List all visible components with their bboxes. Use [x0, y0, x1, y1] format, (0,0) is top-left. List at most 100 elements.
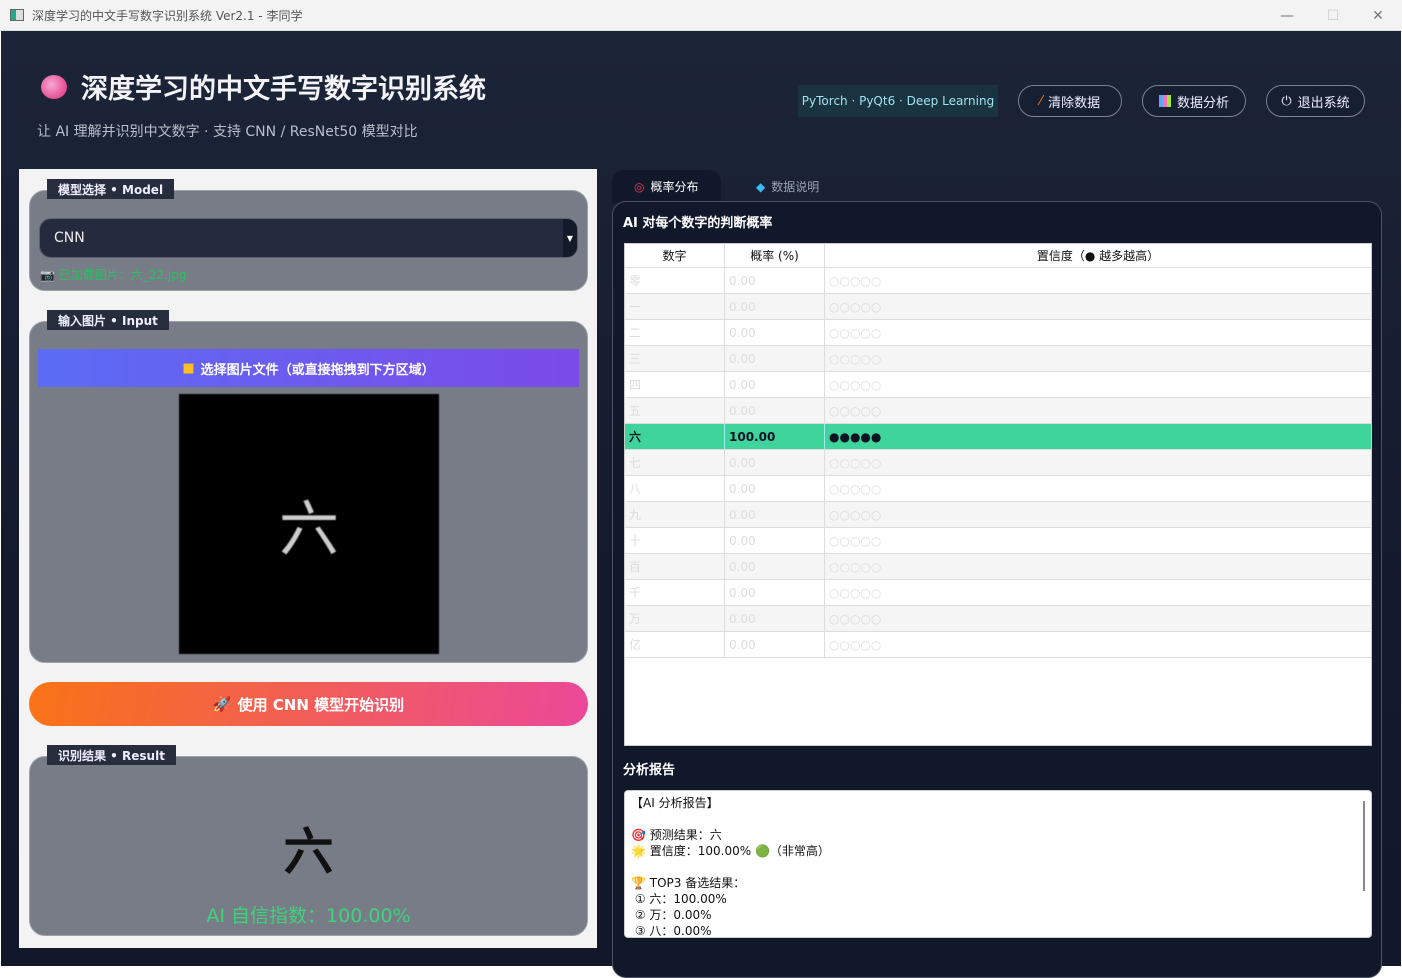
prob-cell: 0.00 — [725, 268, 825, 293]
tab-label: 数据说明 — [771, 180, 820, 194]
report-line: 【AI 分析报告】 — [631, 796, 719, 810]
scrollbar[interactable] — [1363, 801, 1365, 891]
confidence-cell: ○○○○○ — [829, 455, 882, 470]
image-drop-area[interactable]: 六 — [179, 394, 439, 654]
button-label: 退出系统 — [1297, 95, 1350, 111]
table-row[interactable]: 二 0.00 ○○○○○ — [625, 320, 1371, 346]
analysis-report[interactable]: 【AI 分析报告】 🎯 预测结果：六 🌟 置信度：100.00% 🟢（非常高） 🏆 T… — [624, 790, 1372, 938]
table-row[interactable]: 五 0.00 ○○○○○ — [625, 398, 1371, 424]
tech-badge: PyTorch · PyQt6 · Deep Learning — [798, 85, 998, 117]
confidence-cell: ○○○○○ — [829, 585, 882, 600]
confidence-cell: ○○○○○ — [829, 533, 882, 548]
brain-icon — [41, 74, 67, 99]
confidence-text: AI 自信指数：100.00% — [206, 905, 411, 927]
maximize-button[interactable]: ☐ — [1310, 0, 1356, 31]
title-text: 深度学习的中文手写数字识别系统 — [81, 74, 486, 105]
table-row[interactable]: 万 0.00 ○○○○○ — [625, 606, 1371, 632]
tab-probability[interactable]: ◎ 概率分布 — [612, 170, 721, 203]
digit-cell: 五 — [625, 398, 725, 423]
button-label: 使用 CNN 模型开始识别 — [237, 695, 405, 714]
prob-cell: 0.00 — [725, 554, 825, 579]
right-panel: AI 对每个数字的判断概率 数字 概率 (%) 置信度（● 越多越高） 零 0.0… — [612, 201, 1382, 978]
select-image-button[interactable]: ■ 选择图片文件（或直接拖拽到下方区域） — [38, 349, 579, 387]
digit-cell: 二 — [625, 320, 725, 345]
table-header: 数字 概率 (%) 置信度（● 越多越高） — [625, 244, 1371, 268]
report-line: ① 六：100.00% — [631, 892, 727, 906]
prob-cell: 100.00 — [725, 424, 825, 449]
confidence-cell: ○○○○○ — [829, 403, 882, 418]
tab-data-info[interactable]: ◆ 数据说明 — [734, 170, 841, 203]
table-row[interactable]: 九 0.00 ○○○○○ — [625, 502, 1371, 528]
loaded-text: 已加载图片：六_22.jpg — [58, 268, 187, 282]
button-label: 数据分析 — [1176, 95, 1229, 111]
rocket-icon: 🚀 — [212, 695, 232, 713]
table-row[interactable]: 零 0.00 ○○○○○ — [625, 268, 1371, 294]
digit-cell: 八 — [625, 476, 725, 501]
report-line: 🎯 预测结果：六 — [631, 828, 722, 842]
data-analysis-button[interactable]: 数据分析 — [1142, 85, 1246, 117]
report-line: ② 万：0.00% — [631, 908, 712, 922]
power-icon: ⏻ — [1281, 93, 1292, 109]
report-line: ③ 八：0.00% — [631, 924, 712, 938]
table-row[interactable]: 三 0.00 ○○○○○ — [625, 346, 1371, 372]
tab-label: 概率分布 — [650, 180, 699, 194]
table-row[interactable]: 四 0.00 ○○○○○ — [625, 372, 1371, 398]
report-line — [631, 859, 1365, 875]
col-prob[interactable]: 概率 (%) — [725, 244, 825, 267]
digit-cell: 七 — [625, 450, 725, 475]
digit-cell: 千 — [625, 580, 725, 605]
report-line: 🏆 TOP3 备选结果： — [631, 876, 746, 890]
camera-icon: 📷 — [40, 268, 55, 282]
table-row[interactable]: 十 0.00 ○○○○○ — [625, 528, 1371, 554]
close-button[interactable]: ✕ — [1355, 0, 1401, 31]
confidence-cell: ○○○○○ — [829, 481, 882, 496]
model-group: CNN ▼ 📷 已加载图片：六_22.jpg — [29, 190, 588, 291]
folder-icon: ■ — [182, 360, 195, 376]
prob-cell: 0.00 — [725, 528, 825, 553]
digit-cell: 六 — [625, 424, 725, 449]
start-recognition-button[interactable]: 🚀 使用 CNN 模型开始识别 — [29, 682, 588, 726]
clear-data-button[interactable]: ⁄ 清除数据 — [1018, 85, 1122, 117]
table-row[interactable]: 六 100.00 ●●●●● — [625, 424, 1371, 450]
confidence-cell: ○○○○○ — [829, 611, 882, 626]
prob-cell: 0.00 — [725, 502, 825, 527]
table-row[interactable]: 七 0.00 ○○○○○ — [625, 450, 1371, 476]
subtitle: 让 AI 理解并识别中文数字 · 支持 CNN / ResNet50 模型对比 — [37, 124, 418, 140]
bar-chart-icon — [1158, 95, 1171, 107]
prob-cell: 0.00 — [725, 632, 825, 657]
col-digit[interactable]: 数字 — [625, 244, 725, 267]
digit-cell: 零 — [625, 268, 725, 293]
minimize-button[interactable]: — — [1264, 0, 1310, 31]
table-row[interactable]: 八 0.00 ○○○○○ — [625, 476, 1371, 502]
app-icon — [10, 9, 24, 21]
model-select[interactable]: CNN ▼ — [39, 218, 578, 258]
prob-cell: 0.00 — [725, 580, 825, 605]
probability-table[interactable]: 数字 概率 (%) 置信度（● 越多越高） 零 0.00 ○○○○○ 一 0.00 ○○○… — [624, 243, 1372, 746]
confidence-cell: ●●●●● — [829, 429, 882, 444]
input-group-label: 输入图片 • Input — [47, 310, 169, 330]
page-title: 深度学习的中文手写数字识别系统 — [41, 67, 486, 106]
table-row[interactable]: 百 0.00 ○○○○○ — [625, 554, 1371, 580]
selected-model: CNN — [54, 230, 85, 246]
gem-icon: ◆ — [756, 179, 766, 194]
prob-cell: 0.00 — [725, 606, 825, 631]
table-row[interactable]: 一 0.00 ○○○○○ — [625, 294, 1371, 320]
table-row[interactable]: 千 0.00 ○○○○○ — [625, 580, 1371, 606]
confidence-cell: ○○○○○ — [829, 273, 882, 288]
digit-cell: 四 — [625, 372, 725, 397]
col-confidence[interactable]: 置信度（● 越多越高） — [825, 244, 1371, 267]
exit-button[interactable]: ⏻ 退出系统 — [1266, 85, 1365, 117]
button-label: 选择图片文件（或直接拖拽到下方区域） — [200, 362, 435, 378]
result-char: 六 — [283, 823, 334, 881]
main-window: 深度学习的中文手写数字识别系统 让 AI 理解并识别中文数字 · 支持 CNN … — [1, 31, 1401, 978]
digit-cell: 三 — [625, 346, 725, 371]
chevron-down-icon[interactable]: ▼ — [563, 219, 577, 257]
result-group: 六 AI 自信指数：100.00% — [29, 756, 588, 936]
confidence-cell: ○○○○○ — [829, 637, 882, 652]
confidence-cell: ○○○○○ — [829, 507, 882, 522]
prob-cell: 0.00 — [725, 450, 825, 475]
confidence-cell: ○○○○○ — [829, 377, 882, 392]
table-row[interactable]: 亿 0.00 ○○○○○ — [625, 632, 1371, 658]
digit-cell: 一 — [625, 294, 725, 319]
button-label: 清除数据 — [1048, 95, 1101, 111]
